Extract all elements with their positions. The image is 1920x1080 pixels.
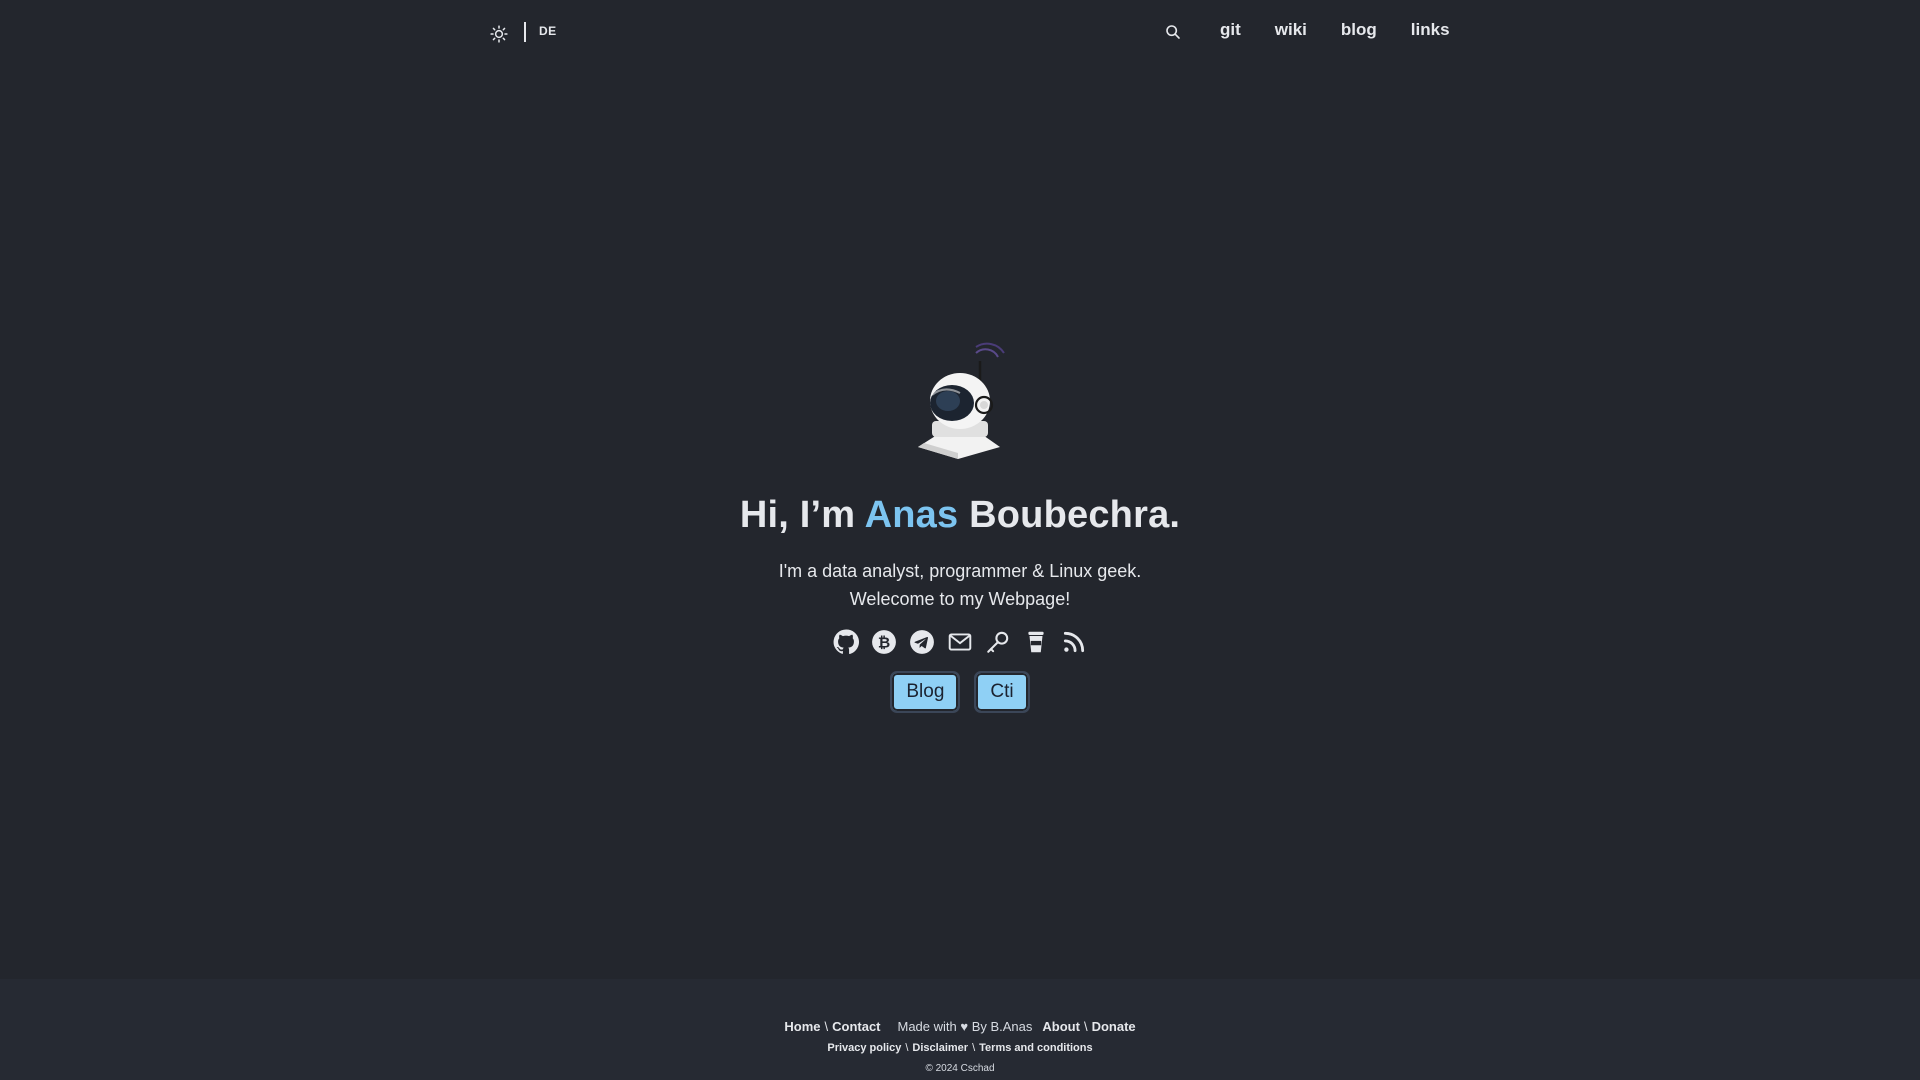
greeting-prefix: Hi, I’m bbox=[739, 494, 865, 536]
nav-git-link[interactable]: git bbox=[1220, 20, 1241, 40]
footer-separator: \ bbox=[972, 1042, 976, 1054]
main-nav: git wiki blog links bbox=[1220, 20, 1450, 40]
copyright-text: © 2024 Cschad bbox=[925, 1063, 995, 1074]
privacy-policy-link[interactable]: Privacy policy bbox=[827, 1042, 901, 1054]
email-link[interactable] bbox=[947, 629, 973, 655]
hero-section: Hi, I’m Anas Boubechra. I'm a data analy… bbox=[0, 335, 1920, 713]
rss-link[interactable] bbox=[1061, 629, 1087, 655]
first-name: Anas bbox=[864, 494, 959, 536]
terms-link[interactable]: Terms and conditions bbox=[979, 1042, 1092, 1054]
footer-separator: \ bbox=[1083, 1019, 1088, 1034]
telegram-icon bbox=[910, 630, 934, 654]
disclaimer-link[interactable]: Disclaimer bbox=[912, 1042, 968, 1054]
search-button[interactable] bbox=[1165, 24, 1183, 42]
theme-toggle-button[interactable] bbox=[488, 23, 510, 45]
footer-main-links: Home \ Contact Made with ♥ By B.Anas Abo… bbox=[784, 1019, 1135, 1034]
last-name: Boubechra. bbox=[958, 494, 1181, 536]
coffee-link[interactable] bbox=[1023, 629, 1049, 655]
footer-contact-link[interactable]: Contact bbox=[832, 1019, 880, 1034]
tagline-line-1: I'm a data analyst, programmer & Linux g… bbox=[778, 561, 1142, 581]
footer-legal-links: Privacy policy \ Disclaimer \ Terms and … bbox=[827, 1042, 1092, 1054]
social-links: ₿ bbox=[833, 629, 1087, 655]
blog-button[interactable]: Blog bbox=[890, 671, 961, 713]
footer-separator: \ bbox=[905, 1042, 909, 1054]
search-icon bbox=[1166, 25, 1180, 39]
cti-button[interactable]: Cti bbox=[974, 671, 1030, 713]
footer-donate-link[interactable]: Donate bbox=[1092, 1019, 1136, 1034]
nav-wiki-link[interactable]: wiki bbox=[1275, 20, 1307, 40]
bitcoin-link[interactable]: ₿ bbox=[871, 629, 897, 655]
footer-about-link[interactable]: About bbox=[1042, 1019, 1080, 1034]
github-icon bbox=[833, 629, 859, 654]
rss-icon bbox=[1063, 631, 1085, 653]
pgp-key-link[interactable] bbox=[985, 629, 1011, 655]
email-icon bbox=[948, 633, 972, 651]
language-switch-link[interactable]: DE bbox=[539, 24, 557, 38]
hero-tagline: I'm a data analyst, programmer & Linux g… bbox=[779, 557, 1142, 613]
nav-blog-link[interactable]: blog bbox=[1341, 20, 1377, 40]
header-divider bbox=[524, 22, 526, 42]
svg-text:₿: ₿ bbox=[878, 633, 890, 651]
hero-buttons: Blog Cti bbox=[890, 671, 1030, 713]
footer-separator: \ bbox=[824, 1019, 829, 1034]
coffee-icon bbox=[1028, 631, 1044, 653]
made-with-text: Made with ♥ By B.Anas bbox=[897, 1019, 1033, 1034]
tagline-line-2: Welecome to my Webpage! bbox=[849, 589, 1071, 609]
hero-heading: Hi, I’m Anas Boubechra. bbox=[740, 494, 1180, 537]
site-header: DE git wiki blog links bbox=[0, 0, 1920, 64]
site-footer: Home \ Contact Made with ♥ By B.Anas Abo… bbox=[0, 979, 1920, 1080]
footer-home-link[interactable]: Home bbox=[784, 1019, 820, 1034]
bitcoin-icon: ₿ bbox=[872, 630, 896, 654]
nav-links-link[interactable]: links bbox=[1411, 20, 1450, 40]
sun-icon bbox=[490, 25, 508, 43]
telegram-link[interactable] bbox=[909, 629, 935, 655]
key-icon bbox=[987, 631, 1009, 653]
astronaut-helmet-logo bbox=[918, 342, 1005, 459]
github-link[interactable] bbox=[833, 629, 859, 655]
